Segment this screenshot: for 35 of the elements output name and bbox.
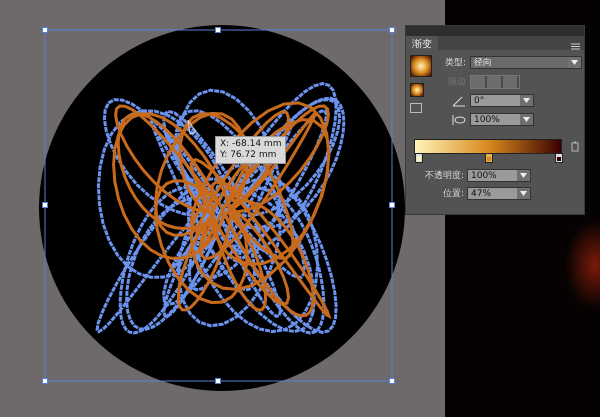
color-stop[interactable] [485,153,493,163]
caret-icon [571,60,578,65]
trash-icon[interactable] [570,141,580,152]
gradient-swatch[interactable] [410,55,432,77]
caret-icon[interactable] [520,173,527,178]
opacity-field[interactable]: 100% [467,169,531,182]
x-coordinate: X: -68.14 mm [220,139,282,150]
fill-stroke-icon[interactable] [410,83,424,97]
gradient-bar[interactable] [414,139,562,154]
caret-icon[interactable] [523,98,530,103]
position-label: 位置: [442,188,464,200]
position-field[interactable]: 47% [467,187,531,200]
selection-handle[interactable] [389,202,395,208]
aspect-ratio-icon [452,114,466,126]
angle-field[interactable]: 0° [470,94,534,107]
selection-handle[interactable] [42,27,48,33]
panel-tab[interactable]: 渐变 [406,36,438,50]
selection-handle[interactable] [42,378,48,384]
color-stop[interactable] [415,153,423,163]
aspect-ratio-field[interactable]: 100% [470,113,534,126]
type-label: 类型: [444,56,466,69]
angle-icon [452,94,466,106]
color-stop[interactable] [555,153,563,163]
selection-handle[interactable] [215,378,221,384]
selection-handle[interactable] [42,202,48,208]
selection-handle[interactable] [215,27,221,33]
options-icon[interactable] [410,103,422,113]
opacity-label: 不透明度: [424,170,464,182]
selection-handle[interactable] [389,378,395,384]
cursor-icon [188,120,197,135]
y-coordinate: Y: 76.72 mm [220,150,278,161]
selection-handle[interactable] [389,27,395,33]
caret-icon[interactable] [523,117,530,122]
type-dropdown[interactable]: 径向 [470,56,582,69]
caret-icon[interactable] [520,191,527,196]
